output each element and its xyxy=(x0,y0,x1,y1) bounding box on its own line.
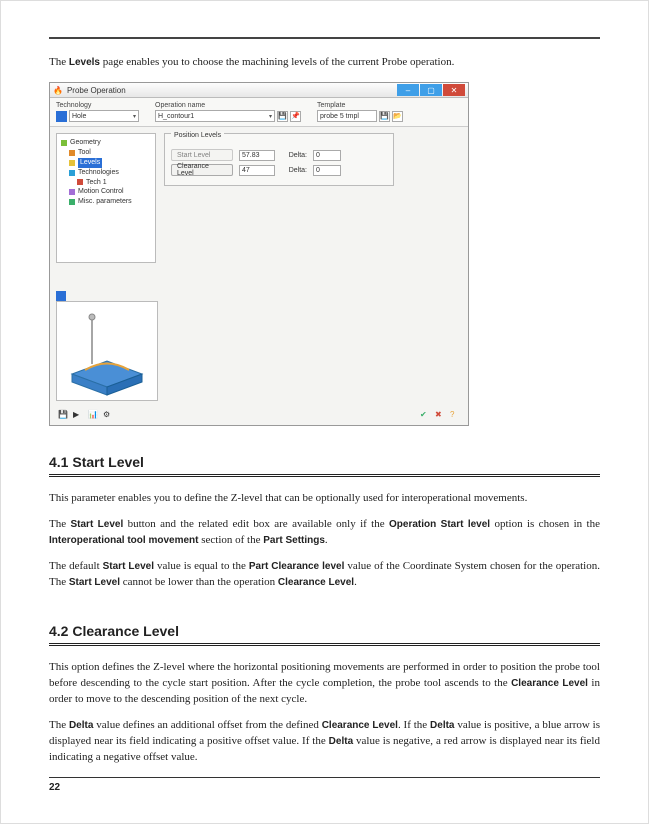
maximize-button[interactable]: ▢ xyxy=(420,84,442,96)
heading-4-2: 4.2 Clearance Level xyxy=(49,623,600,639)
text: The xyxy=(49,56,69,68)
delta-label-1: Delta: xyxy=(281,152,307,159)
s41-p1: This parameter enables you to define the… xyxy=(49,491,600,507)
rule xyxy=(49,643,600,646)
pin-icon[interactable]: 📌 xyxy=(290,111,301,122)
embedded-screenshot: 🔥 Probe Operation – ▢ ✕ Technology Hole … xyxy=(49,82,469,426)
start-level-button[interactable]: Start Level xyxy=(171,149,233,161)
technology-label: Technology xyxy=(56,102,139,109)
delta-value-1[interactable]: 0 xyxy=(313,150,341,161)
help-icon[interactable]: ? xyxy=(450,410,460,420)
top-rule xyxy=(49,37,600,39)
cancel-icon[interactable]: ✖ xyxy=(435,410,445,420)
rule xyxy=(49,474,600,477)
save-icon[interactable]: 💾 xyxy=(58,410,68,420)
clearance-level-button[interactable]: Clearance Level xyxy=(171,164,233,176)
tree-tech1[interactable]: Tech 1 xyxy=(61,178,151,188)
s41-p3: The default Start Level value is equal t… xyxy=(49,559,600,591)
calc-icon[interactable]: 📊 xyxy=(88,410,98,420)
save-icon[interactable]: 💾 xyxy=(277,111,288,122)
window-title: Probe Operation xyxy=(67,86,126,95)
tree-geometry[interactable]: Geometry xyxy=(61,138,151,148)
technology-icon xyxy=(56,111,67,122)
group-title: Position Levels xyxy=(171,132,224,139)
template-save-icon[interactable]: 💾 xyxy=(379,111,390,122)
run-icon[interactable]: ▶ xyxy=(73,410,83,420)
preview-3d xyxy=(56,301,158,401)
s42-p2: The Delta value defines an additional of… xyxy=(49,718,600,766)
opname-label: Operation name xyxy=(155,102,301,109)
nav-tree[interactable]: Geometry Tool Levels Technologies Tech 1… xyxy=(56,133,156,263)
delta-label-2: Delta: xyxy=(281,167,307,174)
close-button[interactable]: ✕ xyxy=(443,84,465,96)
heading-4-1: 4.1 Start Level xyxy=(49,454,600,470)
tree-motion[interactable]: Motion Control xyxy=(61,187,151,197)
tree-levels[interactable]: Levels xyxy=(61,158,151,168)
minimize-button[interactable]: – xyxy=(397,84,419,96)
clearance-level-value[interactable]: 47 xyxy=(239,165,275,176)
intro-paragraph: The Levels page enables you to choose th… xyxy=(49,55,600,70)
thumbnail-icon[interactable] xyxy=(56,291,66,301)
template-label: Template xyxy=(317,102,403,109)
start-level-value[interactable]: 57.83 xyxy=(239,150,275,161)
toolbar: Technology Hole Operation name H_contour… xyxy=(50,98,468,127)
position-levels-group: Position Levels Start Level 57.83 Delta:… xyxy=(164,133,394,186)
s42-p1: This option defines the Z-level where th… xyxy=(49,660,600,708)
settings-icon[interactable]: ⚙ xyxy=(103,410,113,420)
opname-dropdown[interactable]: H_contour1 xyxy=(155,110,275,122)
tree-misc[interactable]: Misc. parameters xyxy=(61,197,151,207)
s41-p2: The Start Level button and the related e… xyxy=(49,517,600,549)
tree-technologies[interactable]: Technologies xyxy=(61,168,151,178)
footer-toolbar: 💾 ▶ 📊 ⚙ ✔ ✖ ? xyxy=(50,407,468,425)
technology-dropdown[interactable]: Hole xyxy=(69,110,139,122)
tree-tool[interactable]: Tool xyxy=(61,148,151,158)
template-field[interactable]: probe 5 tmpl xyxy=(317,110,377,122)
window-titlebar: 🔥 Probe Operation – ▢ ✕ xyxy=(50,83,468,98)
levels-bold: Levels xyxy=(69,57,100,68)
text: page enables you to choose the machining… xyxy=(100,56,454,68)
app-icon: 🔥 xyxy=(53,86,63,95)
template-open-icon[interactable]: 📂 xyxy=(392,111,403,122)
delta-value-2[interactable]: 0 xyxy=(313,165,341,176)
page-number: 22 xyxy=(49,782,600,793)
ok-icon[interactable]: ✔ xyxy=(420,410,430,420)
page-footer: 22 xyxy=(49,777,600,793)
